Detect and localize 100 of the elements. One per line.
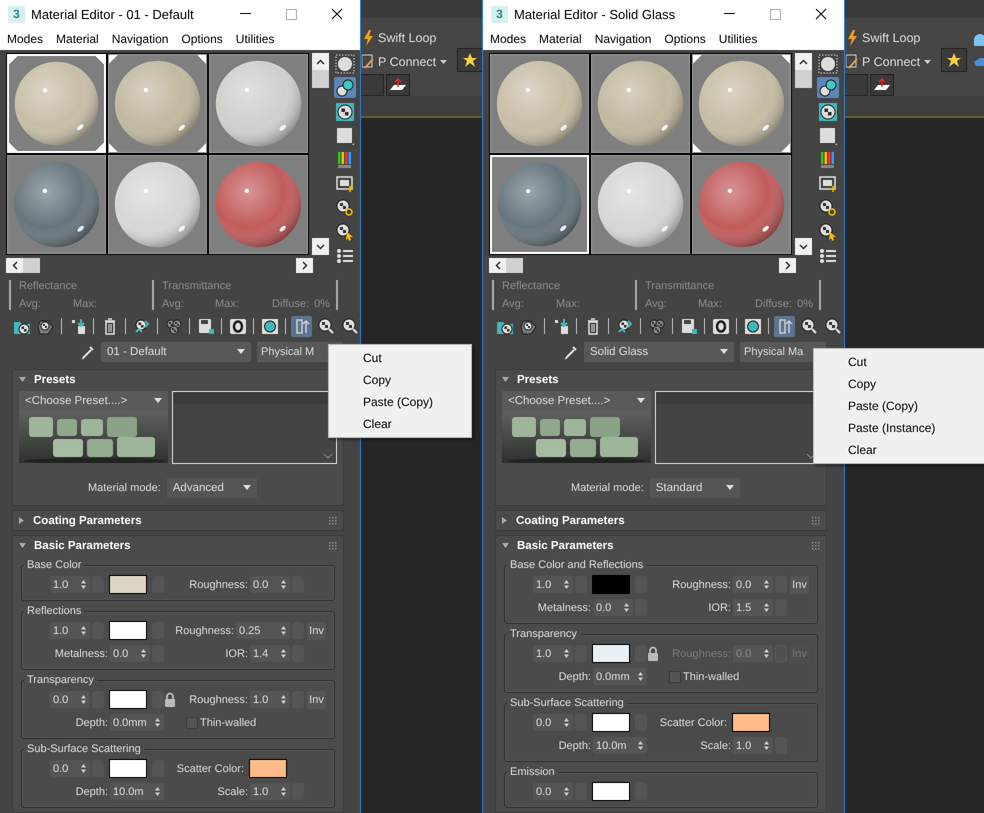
spinner-field[interactable]: 0.0 [50,691,90,708]
spinner-field[interactable]: 0.0 [50,760,90,777]
collapse-arrow-icon[interactable] [19,376,26,382]
horizontal-scrollbar[interactable] [6,258,313,273]
spinner-field[interactable]: 0.0 [533,714,573,731]
scroll-up-icon[interactable] [799,58,808,64]
color-swatch[interactable] [732,713,770,732]
spinner-field[interactable]: 0.0mm [593,668,647,685]
menu-item[interactable]: Clear [329,413,471,435]
menu-item[interactable]: Modes [490,32,526,46]
menu-item[interactable]: Material [539,32,582,46]
spinner-arrows-icon[interactable] [280,694,287,705]
spinner-arrows-icon[interactable] [763,579,770,590]
menu-item[interactable]: Paste (Copy) [329,391,471,413]
spinner-field[interactable]: 10.0m [110,783,164,800]
menu-item[interactable]: Paste (Copy) [814,395,984,417]
close-icon[interactable] [815,8,827,20]
preset-list[interactable] [172,391,337,464]
spinner-field[interactable]: 0.0mm [110,714,164,731]
spinner-field[interactable]: 1.0 [733,737,773,754]
plane-arrow-icon[interactable] [873,78,891,92]
scroll-left-icon[interactable] [12,261,18,270]
inv-button[interactable]: Inv [307,690,326,708]
color-swatch[interactable] [109,759,147,778]
material-mode-dropdown[interactable]: Standard [650,478,740,498]
toolbar-button[interactable] [774,316,795,336]
menu-item[interactable]: Copy [329,369,471,391]
spinner-arrows-icon[interactable] [280,625,287,636]
spinner-field[interactable]: 1.0 [50,622,90,639]
spinner-arrows-icon[interactable] [80,579,87,590]
spinner-field[interactable]: 1.0 [250,691,290,708]
material-mode-dropdown[interactable]: Advanced [166,478,257,498]
spinner-field[interactable]: 1.0 [250,783,290,800]
color-swatch[interactable] [109,575,147,594]
menu-item[interactable]: Modes [7,32,44,46]
spinner-arrows-icon[interactable] [154,717,161,728]
spinner-arrows-icon[interactable] [80,763,87,774]
menu-item[interactable]: Options [181,32,223,46]
spinner-arrows-icon[interactable] [280,786,287,797]
collapse-arrow-icon[interactable] [19,542,26,548]
scroll-down-icon[interactable] [316,244,325,250]
menu-item[interactable]: Utilities [236,32,274,46]
spinner-field[interactable]: 0.0 [110,645,150,662]
ribbon-tool[interactable]: Swift Loop [862,31,920,45]
rollout-title[interactable]: Basic Parameters [517,540,804,552]
star-icon[interactable] [462,52,478,68]
scroll-right-icon[interactable] [784,261,790,270]
star-button[interactable] [941,48,967,72]
spinner-arrows-icon[interactable] [763,602,770,613]
collapse-arrow-icon[interactable] [502,542,509,548]
spinner-field[interactable]: 1.4 [250,645,290,662]
spinner-field[interactable]: 0.25 [236,622,290,639]
spinner-arrows-icon[interactable] [80,625,87,636]
menu-item[interactable]: Clear [814,439,984,461]
spinner-field[interactable]: 1.5 [733,599,773,616]
material-name-field[interactable]: Solid Glass [584,342,734,362]
expand-arrow-icon[interactable] [502,517,508,524]
sample-slot[interactable] [108,54,207,153]
spinner-arrows-icon[interactable] [280,579,287,590]
menu-item[interactable]: Navigation [112,32,168,46]
dropdown-arrow-icon[interactable] [637,398,645,404]
spinner-field[interactable]: 0.0 [250,576,290,593]
ribbon-tool[interactable]: Swift Loop [378,31,436,45]
menu-item[interactable]: Navigation [594,32,652,46]
collapse-arrow-icon[interactable] [502,376,509,382]
color-swatch[interactable] [249,759,287,778]
checkbox[interactable] [669,670,681,682]
material-name-field[interactable]: 01 - Default [101,342,251,362]
horizontal-scrollbar[interactable] [489,258,796,273]
color-swatch[interactable] [592,575,630,594]
checkbox[interactable] [186,716,198,728]
spinner-field[interactable]: 0.0 [593,599,633,616]
ribbon-tool[interactable]: P Connect [862,55,920,69]
rollout-title[interactable]: Coating Parameters [516,514,804,526]
inv-button[interactable]: Inv [307,622,326,640]
menu-item[interactable]: Material [56,32,99,46]
minimize-icon[interactable] [240,13,250,15]
color-swatch[interactable] [592,713,630,732]
scroll-right-icon[interactable] [302,261,308,270]
scroll-thumb[interactable] [506,258,523,273]
expand-arrow-icon[interactable] [19,517,25,524]
scroll-thumb[interactable] [795,70,812,88]
spinner-field[interactable]: 1.0 [533,645,573,662]
scroll-thumb[interactable] [312,70,329,88]
spinner-arrows-icon[interactable] [563,717,570,728]
spinner-field[interactable]: 1.0 [533,576,573,593]
menu-item[interactable]: Options [664,32,706,46]
color-swatch[interactable] [109,690,147,709]
spinner-field[interactable]: 0.0 [733,576,773,593]
eyedropper-icon[interactable] [564,344,578,360]
spinner-field[interactable]: 0.0 [533,783,573,800]
menu-item[interactable]: Paste (Instance) [814,417,984,439]
scroll-thumb[interactable] [23,258,40,273]
spinner-field[interactable]: 1.0 [50,576,90,593]
color-swatch[interactable] [592,782,630,801]
spinner-arrows-icon[interactable] [623,602,630,613]
spinner-field[interactable]: 10.0m [593,737,647,754]
vertical-scrollbar[interactable] [795,53,812,255]
minimize-icon[interactable] [724,13,734,15]
dropdown-arrow-icon[interactable] [242,485,251,491]
